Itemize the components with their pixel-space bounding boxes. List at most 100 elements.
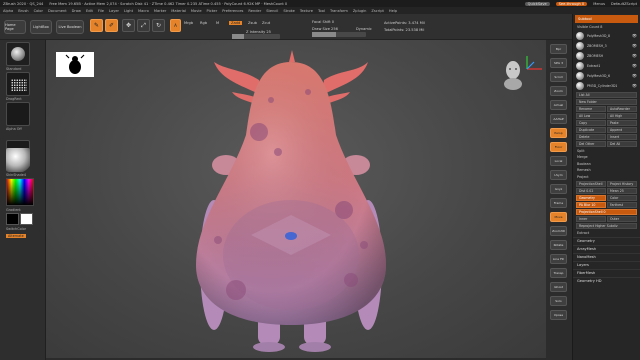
menu-picker[interactable]: Picker [207,9,218,13]
duplicate-button[interactable]: Duplicate [576,126,606,133]
copy-button[interactable]: Copy [576,119,606,126]
quicksave-button[interactable]: QuickSave [524,1,550,6]
live-boolean-button[interactable]: Live Boolean [56,20,84,34]
menu-render[interactable]: Render [248,9,261,13]
zsub-button[interactable]: Zsub [248,21,257,25]
shelf-lsym-button[interactable]: LSym [550,170,567,180]
move-mode-button[interactable]: ✥ [122,19,135,32]
visibility-eye-icon[interactable]: 👁 [632,83,637,88]
m-button[interactable]: M [216,21,219,25]
shelf-aahalf-button[interactable]: AAHalf [550,114,567,124]
zcut-button[interactable]: Zcut [262,21,270,25]
menus-toggle[interactable]: Menus [593,2,605,6]
rename-button[interactable]: Rename [576,105,606,112]
projection-shell-slider[interactable]: ProjectionShell 0 [576,209,637,215]
menu-transform[interactable]: Transform [330,9,348,13]
shelf-spix-3-button[interactable]: SPix 3 [550,58,567,68]
alternate-button[interactable]: Alternate [6,234,26,238]
z-intensity-slider[interactable] [232,34,280,39]
menu-macro[interactable]: Macro [138,9,149,13]
shelf-line-fill-button[interactable]: Line Fill [550,254,567,264]
subtool-header[interactable]: Subtool [575,15,638,23]
rotate-mode-button[interactable]: ↻ [152,19,165,32]
insert-button[interactable]: Insert [607,133,637,140]
shelf-local-button[interactable]: Local [550,156,567,166]
delete-button[interactable]: Delete [576,133,606,140]
draw-mode-button[interactable]: ✐ [105,19,118,32]
subtool-item[interactable]: PolyMesh3D_6 👁 [573,71,640,81]
append-button[interactable]: Append [607,126,637,133]
menu-marker[interactable]: Marker [154,9,166,13]
visibility-eye-icon[interactable]: 👁 [632,63,637,68]
color-toggle[interactable]: Color [607,195,637,201]
geometry-toggle[interactable]: Geometry [576,195,606,201]
farthest-toggle[interactable]: Farthest [607,202,637,208]
shelf-frame-button[interactable]: Frame [550,198,567,208]
menu-material[interactable]: Material [171,9,186,13]
visibility-eye-icon[interactable]: 👁 [632,43,637,48]
stroke-selector[interactable] [6,72,30,96]
menu-draw[interactable]: Draw [72,9,81,13]
alpha-a-button[interactable]: A [170,19,181,32]
outer-toggle[interactable]: Outer [607,216,637,222]
menu-layer[interactable]: Layer [109,9,119,13]
shelf-ghost-button[interactable]: Ghost [550,282,567,292]
shelf-zoom3d-button[interactable]: Zoom3D [550,226,567,236]
section-geometry-hd[interactable]: Geometry HD [573,276,640,285]
project-history-button[interactable]: Project History [607,181,637,187]
material-selector[interactable] [6,148,30,172]
menu-brush[interactable]: Brush [18,9,28,13]
menu-movie[interactable]: Movie [191,9,202,13]
shelf-zoom-button[interactable]: Zoom [550,86,567,96]
inner-toggle[interactable]: Inner [576,216,606,222]
menu-texture[interactable]: Texture [300,9,313,13]
section-fibermesh[interactable]: FiberMesh [573,268,640,277]
scale-mode-button[interactable]: ⤢ [137,19,150,32]
dist-slider[interactable]: Dist 0.02 [576,188,606,194]
del-all-button[interactable]: Del All [607,140,637,147]
menu-document[interactable]: Document [48,9,67,13]
rgb-button[interactable]: Rgb [200,21,207,25]
shelf-bpr-button[interactable]: Bpr [550,44,567,54]
menu-light[interactable]: Light [124,9,133,13]
mrgb-button[interactable]: Mrgb [184,21,193,25]
brush-selector[interactable] [6,42,30,66]
edit-mode-button[interactable]: ✎ [90,19,103,32]
home-page-button[interactable]: Home Page [4,20,26,34]
shelf-persp-button[interactable]: Persp [550,128,567,138]
visibility-eye-icon[interactable]: 👁 [632,73,637,78]
menu-tool[interactable]: Tool [318,9,325,13]
alpha-selector[interactable] [6,102,30,126]
visibility-eye-icon[interactable]: 👁 [632,53,637,58]
menu-color[interactable]: Color [34,9,43,13]
color-picker[interactable] [6,178,34,206]
document-canvas[interactable] [46,40,546,358]
shelf-move-button[interactable]: Move [550,212,567,222]
zadd-button[interactable]: Zadd [229,21,243,25]
menu-help[interactable]: Help [389,9,397,13]
shelf-solo-button[interactable]: Solo [550,296,567,306]
secondary-color-swatch[interactable] [6,213,19,225]
menu-preferences[interactable]: Preferences [222,9,243,13]
paste-button[interactable]: Paste [607,119,637,126]
primary-color-swatch[interactable] [20,213,33,225]
menu-zplugin[interactable]: Zplugin [353,9,367,13]
subtool-item[interactable]: ZBOMESH 👁 [573,51,640,61]
reproject-higher-subdiv-button[interactable]: Reproject Higher Subdiv [576,223,637,229]
project-menu[interactable]: Project [573,174,640,181]
shelf-transp-button[interactable]: Transp [550,268,567,278]
auto-reorder-button[interactable]: AutoReorder [607,105,637,112]
projection-shell-button[interactable]: ProjectionShell [576,181,606,187]
lightbox-button[interactable]: LightBox [30,20,52,34]
shelf-rotate-button[interactable]: Rotate [550,240,567,250]
subtool-item[interactable]: Extract1 👁 [573,61,640,71]
visibility-eye-icon[interactable]: 👁 [632,33,637,38]
section-layers[interactable]: Layers [573,260,640,269]
list-all-button[interactable]: List All [576,91,637,98]
all-low-button[interactable]: All Low [576,112,606,119]
mean-slider[interactable]: Mean 25 [607,188,637,194]
shelf-xpose-button[interactable]: Xpose [550,310,567,320]
del-other-button[interactable]: Del Other [576,140,606,147]
pa-blur-slider[interactable]: PA Blur 10 [576,202,606,208]
all-high-button[interactable]: All High [607,112,637,119]
